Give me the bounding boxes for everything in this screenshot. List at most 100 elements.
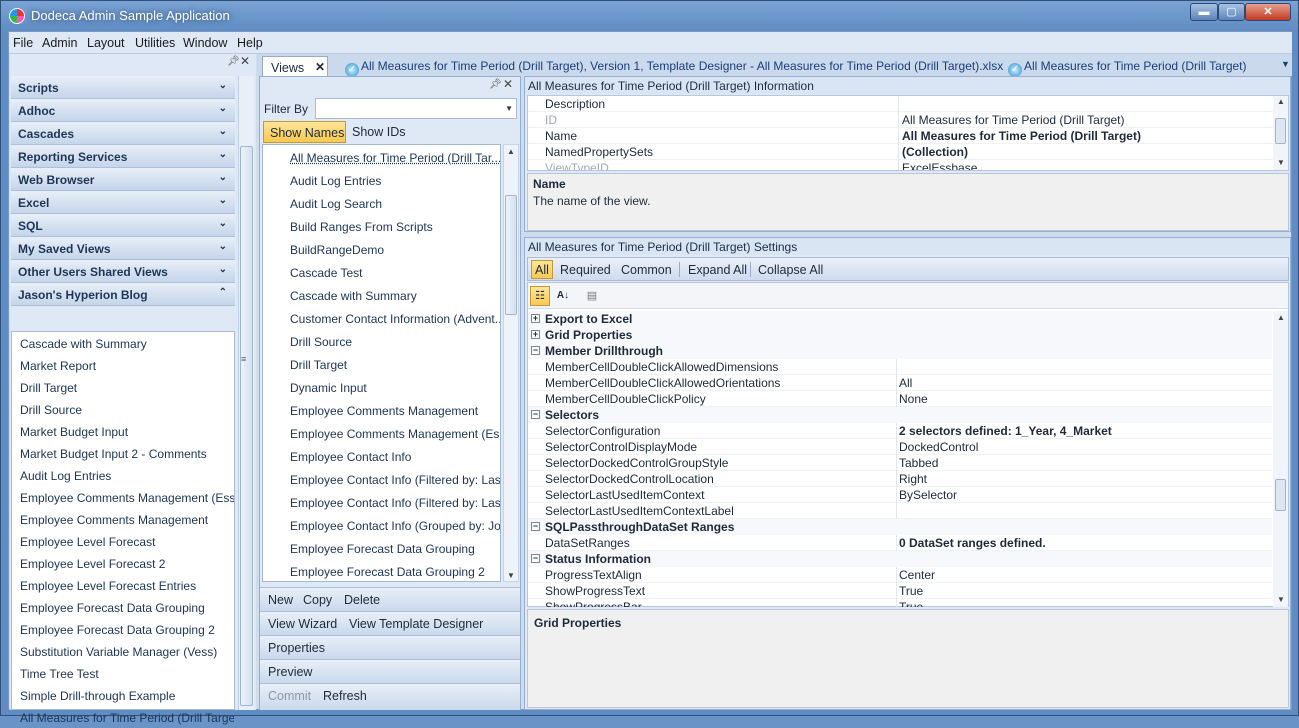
nav-item[interactable]: Drill Target bbox=[12, 376, 234, 398]
nav-item[interactable]: Employee Forecast Data Grouping bbox=[12, 596, 234, 618]
view-list-item[interactable]: Employee Comments Management (Es... bbox=[263, 421, 500, 444]
menu-window[interactable]: Window bbox=[183, 36, 227, 50]
nav-item[interactable]: Employee Level Forecast 2 bbox=[12, 552, 234, 574]
scroll-up-icon[interactable]: ▲ bbox=[507, 147, 515, 156]
nav-item[interactable]: Employee Forecast Data Grouping 2 bbox=[12, 618, 234, 640]
view-list-item[interactable]: Employee Forecast Data Grouping 2 bbox=[263, 559, 500, 581]
properties-button[interactable]: Properties bbox=[268, 641, 325, 655]
close-tab-icon[interactable]: ✕ bbox=[315, 60, 325, 74]
setting-row[interactable]: SelectorConfiguration 2 selectors defined… bbox=[528, 423, 1272, 439]
nav-group-header[interactable]: Jason's Hyperion Blog ⌃ bbox=[11, 283, 235, 306]
view-wizard-button[interactable]: View Wizard bbox=[268, 617, 337, 631]
tab-view[interactable]: ✓ All Measures for Time Period (Drill Tar… bbox=[1008, 59, 1247, 77]
setting-row[interactable]: DataSetRanges 0 DataSet ranges defined. bbox=[528, 535, 1272, 551]
scrollbar-thumb[interactable] bbox=[1275, 479, 1286, 511]
scroll-up-icon[interactable]: ▲ bbox=[1277, 313, 1285, 322]
nav-item[interactable]: Time Tree Test bbox=[12, 662, 234, 684]
collapse-icon[interactable]: − bbox=[531, 346, 540, 355]
info-property-row[interactable]: ViewTypeID ExcelEssbase bbox=[528, 160, 1288, 170]
view-list-item[interactable]: Cascade Test bbox=[263, 260, 500, 283]
nav-group-header[interactable]: Scripts ⌄ bbox=[11, 76, 235, 99]
nav-group-header[interactable]: Cascades ⌄ bbox=[11, 122, 235, 145]
nav-group-header[interactable]: Adhoc ⌄ bbox=[11, 99, 235, 122]
setting-row[interactable]: ShowProgressBar True bbox=[528, 599, 1272, 607]
expand-all-button[interactable]: Expand All bbox=[688, 263, 747, 277]
setting-row[interactable]: ProgressTextAlign Center bbox=[528, 567, 1272, 583]
scroll-down-icon[interactable]: ▼ bbox=[1277, 158, 1285, 167]
nav-item[interactable]: Drill Source bbox=[12, 398, 234, 420]
categorized-icon[interactable]: ☷ bbox=[530, 286, 550, 306]
menu-admin[interactable]: Admin bbox=[42, 36, 77, 50]
copy-button[interactable]: Copy bbox=[303, 593, 332, 607]
view-list-item[interactable]: All Measures for Time Period (Drill Tar.… bbox=[263, 145, 500, 168]
nav-group-header[interactable]: Reporting Services ⌄ bbox=[11, 145, 235, 168]
nav-group-header[interactable]: SQL ⌄ bbox=[11, 214, 235, 237]
information-scrollbar[interactable]: ▲ ▼ bbox=[1273, 96, 1288, 170]
preview-button[interactable]: Preview bbox=[268, 665, 312, 679]
refresh-button[interactable]: Refresh bbox=[323, 689, 367, 703]
minimize-button[interactable]: ▬ bbox=[1190, 3, 1218, 21]
nav-item[interactable]: Market Report bbox=[12, 354, 234, 376]
nav-group-header[interactable]: Excel ⌄ bbox=[11, 191, 235, 214]
close-panel-icon[interactable]: ✕ bbox=[240, 54, 250, 68]
view-list-item[interactable]: Employee Comments Management bbox=[263, 398, 500, 421]
view-list-item[interactable]: Build Ranges From Scripts bbox=[263, 214, 500, 237]
pin-icon[interactable]: 📌︎ bbox=[227, 56, 240, 67]
category-row[interactable]: − Selectors bbox=[528, 407, 1272, 423]
view-list-item[interactable]: Employee Contact Info (Filtered by: Las.… bbox=[263, 490, 500, 513]
view-list-item[interactable]: Employee Contact Info (Grouped by: Jo... bbox=[263, 513, 500, 536]
setting-row[interactable]: MemberCellDoubleClickAllowedOrientations… bbox=[528, 375, 1272, 391]
view-list-item[interactable]: Drill Source bbox=[263, 329, 500, 352]
category-row[interactable]: − Status Information bbox=[528, 551, 1272, 567]
filter-required-button[interactable]: Required bbox=[560, 263, 611, 277]
nav-item[interactable]: Market Budget Input bbox=[12, 420, 234, 442]
views-scrollbar[interactable]: ▲ ▼ bbox=[503, 144, 519, 582]
nav-item[interactable]: Substitution Variable Manager (Vess) bbox=[12, 640, 234, 662]
setting-row[interactable]: ShowProgressText True bbox=[528, 583, 1272, 599]
tab-views[interactable]: Views ✕ bbox=[262, 56, 328, 77]
nav-item[interactable]: Employee Comments Management bbox=[12, 508, 234, 530]
settings-scrollbar[interactable]: ▲ ▼ bbox=[1273, 311, 1288, 607]
view-list-item[interactable]: Dynamic Input bbox=[263, 375, 500, 398]
nav-item[interactable]: Employee Level Forecast Entries bbox=[12, 574, 234, 596]
tab-template-designer[interactable]: ✓ All Measures for Time Period (Drill Tar… bbox=[345, 59, 1003, 77]
property-pages-icon[interactable]: ▤ bbox=[582, 286, 602, 306]
commit-button[interactable]: Commit bbox=[268, 689, 311, 703]
scroll-down-icon[interactable]: ▼ bbox=[507, 571, 515, 580]
view-list-item[interactable]: BuildRangeDemo bbox=[263, 237, 500, 260]
view-list-item[interactable]: Audit Log Search bbox=[263, 191, 500, 214]
menu-help[interactable]: Help bbox=[237, 36, 263, 50]
collapse-icon[interactable]: − bbox=[531, 522, 540, 531]
nav-item[interactable]: Cascade with Summary bbox=[12, 332, 234, 354]
close-button[interactable]: ✕ bbox=[1245, 3, 1291, 21]
show-names-toggle[interactable]: Show Names bbox=[263, 121, 346, 143]
category-row[interactable]: − SQLPassthroughDataSet Ranges bbox=[528, 519, 1272, 535]
new-button[interactable]: New bbox=[268, 593, 293, 607]
nav-group-header[interactable]: Other Users Shared Views ⌄ bbox=[11, 260, 235, 283]
scroll-down-icon[interactable]: ▼ bbox=[1277, 595, 1285, 604]
menu-layout[interactable]: Layout bbox=[87, 36, 125, 50]
tab-list-dropdown-icon[interactable]: ▼ bbox=[1281, 59, 1290, 69]
nav-group-header[interactable]: Web Browser ⌄ bbox=[11, 168, 235, 191]
scrollbar-thumb[interactable] bbox=[1275, 118, 1286, 144]
expand-icon[interactable]: + bbox=[531, 330, 540, 339]
nav-item[interactable]: All Measures for Time Period (Drill Targ… bbox=[12, 706, 234, 728]
scrollbar-thumb[interactable] bbox=[240, 146, 253, 706]
view-list-item[interactable]: Customer Contact Information (Advent... bbox=[263, 306, 500, 329]
view-list-item[interactable]: Employee Forecast Data Grouping bbox=[263, 536, 500, 559]
category-row[interactable]: + Export to Excel bbox=[528, 311, 1272, 327]
category-row[interactable]: + Grid Properties bbox=[528, 327, 1272, 343]
info-property-row[interactable]: Description bbox=[528, 96, 1288, 112]
view-list-item[interactable]: Drill Target bbox=[263, 352, 500, 375]
close-panel-icon[interactable]: ✕ bbox=[503, 77, 513, 91]
menu-file[interactable]: File bbox=[13, 36, 33, 50]
filter-by-select[interactable]: ▼ bbox=[315, 98, 517, 119]
expand-icon[interactable]: + bbox=[531, 314, 540, 323]
menu-utilities[interactable]: Utilities bbox=[135, 36, 175, 50]
setting-row[interactable]: SelectorDockedControlLocation Right bbox=[528, 471, 1272, 487]
view-list-item[interactable]: Audit Log Entries bbox=[263, 168, 500, 191]
info-property-row[interactable]: NamedPropertySets (Collection) bbox=[528, 144, 1288, 160]
setting-row[interactable]: SelectorLastUsedItemContext BySelector bbox=[528, 487, 1272, 503]
collapse-icon[interactable]: − bbox=[531, 410, 540, 419]
setting-row[interactable]: MemberCellDoubleClickAllowedDimensions bbox=[528, 359, 1272, 375]
